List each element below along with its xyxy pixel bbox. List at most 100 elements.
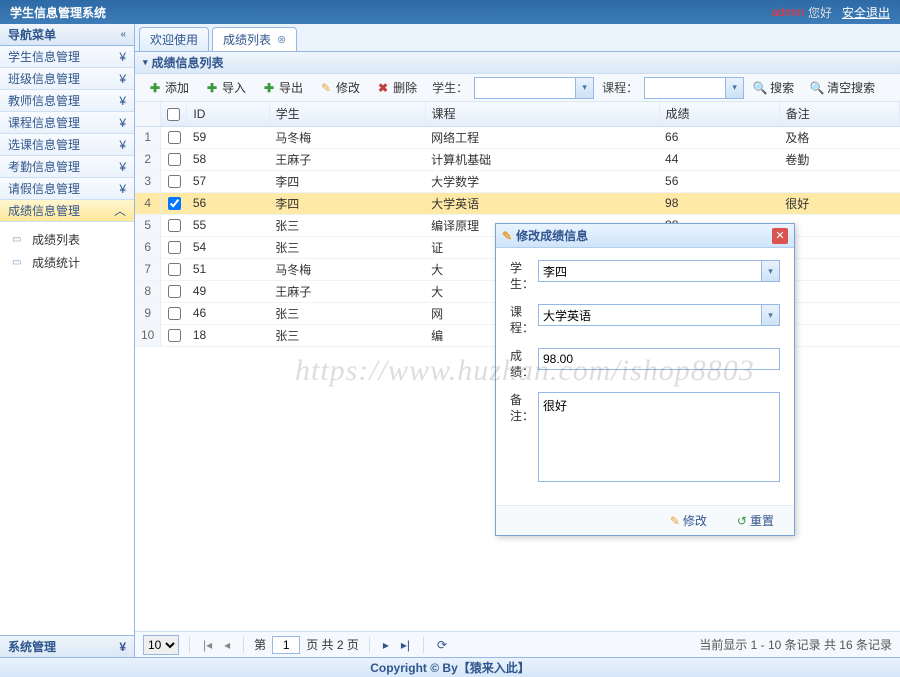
- greeting: 您好: [808, 4, 832, 21]
- dialog-course-combo[interactable]: 大学英语▾: [538, 304, 780, 326]
- pager: 10 |◂ ◂ 第 页 共 2 页 ▸ ▸| ⟳ 当前显示 1 - 10 条记录…: [135, 631, 900, 657]
- book-icon: [12, 257, 28, 269]
- expand-icon: ¥: [119, 72, 126, 86]
- expand-icon: ¥: [119, 160, 126, 174]
- import-button[interactable]: ✚导入: [198, 77, 253, 99]
- table-row[interactable]: 357李四大学数学56: [135, 170, 900, 192]
- book-icon: [12, 234, 28, 246]
- row-checkbox[interactable]: [168, 153, 181, 166]
- last-page-button[interactable]: ▸|: [398, 638, 413, 652]
- chevron-up-icon: ︿: [114, 202, 126, 219]
- next-page-button[interactable]: ▸: [380, 638, 392, 652]
- filter-course-combo[interactable]: ▾: [644, 77, 744, 99]
- nav-footer[interactable]: 系统管理 ¥: [0, 635, 134, 657]
- first-page-button[interactable]: |◂: [200, 638, 215, 652]
- expand-icon: ¥: [119, 116, 126, 130]
- edit-button[interactable]: ✎修改: [312, 77, 367, 99]
- footer: Copyright © By【猿来入此】: [0, 657, 900, 677]
- dialog-header[interactable]: ✎修改成绩信息 ✕: [496, 224, 794, 248]
- top-bar: 学生信息管理系统 admin 您好 安全退出: [0, 0, 900, 24]
- tree-item[interactable]: 成绩列表: [4, 228, 130, 251]
- tab-close-icon[interactable]: ⊗: [277, 33, 286, 46]
- tab-strip: 欢迎使用成绩列表⊗: [135, 24, 900, 52]
- sidebar-section[interactable]: 成绩信息管理︿: [0, 200, 134, 222]
- app-title: 学生信息管理系统: [10, 4, 106, 21]
- sidebar-section[interactable]: 课程信息管理¥: [0, 112, 134, 134]
- pencil-icon: ✎: [670, 514, 680, 528]
- chevron-down-icon: ▾: [725, 78, 743, 98]
- row-checkbox[interactable]: [168, 219, 181, 232]
- dialog-remark-textarea[interactable]: 很好: [538, 392, 780, 482]
- column-header[interactable]: 成绩: [659, 102, 779, 126]
- dialog-submit-button[interactable]: ✎修改: [660, 510, 717, 532]
- column-header[interactable]: ID: [187, 102, 269, 126]
- export-button[interactable]: ✚导出: [255, 77, 310, 99]
- filter-student-combo[interactable]: ▾: [474, 77, 594, 99]
- tree-item[interactable]: 成绩统计: [4, 251, 130, 274]
- expand-icon: ¥: [119, 50, 126, 64]
- dialog-score-input[interactable]: [538, 348, 780, 370]
- column-header[interactable]: 学生: [269, 102, 425, 126]
- column-header[interactable]: 备注: [779, 102, 899, 126]
- edit-dialog: ✎修改成绩信息 ✕ 学生： 李四▾ 课程： 大学英语▾ 成绩： 备注：: [495, 223, 795, 536]
- add-button[interactable]: ✚添加: [141, 77, 196, 99]
- table-row[interactable]: 258王麻子计算机基础44卷勤: [135, 148, 900, 170]
- dialog-close-button[interactable]: ✕: [772, 228, 788, 244]
- row-checkbox[interactable]: [168, 131, 181, 144]
- refresh-button[interactable]: ⟳: [434, 638, 450, 652]
- logout-link[interactable]: 安全退出: [842, 4, 890, 21]
- prev-page-button[interactable]: ◂: [221, 638, 233, 652]
- chevron-down-icon: ▾: [761, 305, 779, 325]
- reset-icon: ↺: [737, 514, 747, 528]
- search-icon: 🔍: [753, 81, 767, 95]
- sidebar-section[interactable]: 选课信息管理¥: [0, 134, 134, 156]
- pencil-icon: ✎: [319, 81, 333, 95]
- row-checkbox[interactable]: [168, 329, 181, 342]
- tab[interactable]: 欢迎使用: [139, 27, 209, 51]
- caret-down-icon: ▾: [143, 57, 148, 68]
- sidebar-section[interactable]: 考勤信息管理¥: [0, 156, 134, 178]
- sidebar-section[interactable]: 教师信息管理¥: [0, 90, 134, 112]
- pager-info: 当前显示 1 - 10 条记录 共 16 条记录: [699, 636, 892, 653]
- row-checkbox[interactable]: [168, 307, 181, 320]
- nav-header[interactable]: 导航菜单 «: [0, 24, 134, 46]
- panel-title: ▾ 成绩信息列表: [135, 52, 900, 74]
- clear-search-button[interactable]: 🔍清空搜索: [803, 77, 882, 99]
- page-input[interactable]: [272, 636, 300, 654]
- row-checkbox[interactable]: [168, 175, 181, 188]
- row-checkbox[interactable]: [168, 241, 181, 254]
- expand-icon: ¥: [119, 94, 126, 108]
- clear-icon: 🔍: [810, 81, 824, 95]
- delete-button[interactable]: ✖删除: [369, 77, 424, 99]
- sidebar-section[interactable]: 学生信息管理¥: [0, 46, 134, 68]
- sidebar-section[interactable]: 班级信息管理¥: [0, 68, 134, 90]
- tab[interactable]: 成绩列表⊗: [212, 27, 297, 51]
- table-row[interactable]: 159马冬梅网络工程66及格: [135, 126, 900, 148]
- minus-icon: ✖: [376, 81, 390, 95]
- export-icon: ✚: [262, 81, 276, 95]
- dialog-course-label: 课程：: [510, 304, 538, 336]
- row-checkbox[interactable]: [168, 263, 181, 276]
- current-user: admin: [771, 5, 804, 19]
- sidebar-section[interactable]: 请假信息管理¥: [0, 178, 134, 200]
- dialog-student-label: 学生：: [510, 260, 538, 292]
- dialog-reset-button[interactable]: ↺重置: [727, 510, 784, 532]
- dialog-remark-label: 备注：: [510, 392, 538, 485]
- select-all-checkbox[interactable]: [167, 108, 180, 121]
- row-checkbox[interactable]: [168, 197, 181, 210]
- import-icon: ✚: [205, 81, 219, 95]
- expand-icon: ¥: [119, 182, 126, 196]
- row-checkbox[interactable]: [168, 285, 181, 298]
- chevron-down-icon: ▾: [761, 261, 779, 281]
- filter-course-label: 课程：: [602, 79, 638, 96]
- pencil-icon: ✎: [502, 229, 512, 243]
- page-size-select[interactable]: 10: [143, 635, 179, 655]
- toolbar: ✚添加 ✚导入 ✚导出 ✎修改 ✖删除 学生： ▾ 课程： ▾ 🔍搜索 🔍清空搜…: [135, 74, 900, 102]
- expand-down-icon: ¥: [119, 640, 126, 654]
- search-button[interactable]: 🔍搜索: [746, 77, 801, 99]
- collapse-icon: «: [120, 29, 126, 40]
- filter-student-label: 学生：: [432, 79, 468, 96]
- table-row[interactable]: 456李四大学英语98很好: [135, 192, 900, 214]
- dialog-student-combo[interactable]: 李四▾: [538, 260, 780, 282]
- column-header[interactable]: 课程: [425, 102, 659, 126]
